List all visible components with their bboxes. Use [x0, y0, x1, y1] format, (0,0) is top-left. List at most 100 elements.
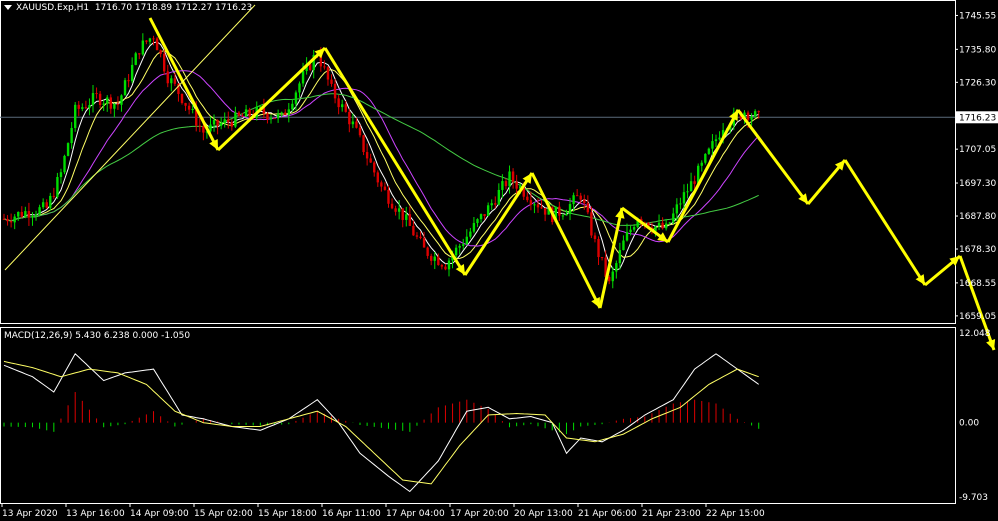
candle-body: [234, 112, 237, 127]
candle-body: [597, 238, 600, 258]
candle-body: [458, 245, 461, 248]
candle-body: [56, 177, 59, 197]
ma-fast-line: [3, 41, 759, 271]
candle-body: [540, 207, 543, 209]
candle-body: [494, 203, 497, 205]
candle-body: [298, 83, 301, 93]
x-tick-label: 15 Apr 02:00: [194, 509, 253, 519]
candle-body: [415, 235, 419, 237]
candle-body: [284, 112, 287, 115]
moving-averages: [3, 41, 760, 271]
y-tick-label: 1745.55: [959, 11, 996, 21]
candle-body: [444, 266, 447, 270]
candle-body: [166, 71, 169, 84]
x-tick-label: 16 Apr 11:00: [322, 509, 381, 519]
candle-body: [9, 221, 13, 223]
candle-body: [163, 53, 166, 72]
candle-body: [472, 223, 476, 232]
candle-body: [437, 256, 440, 266]
ma-mid-line: [3, 50, 759, 260]
candle-body: [707, 148, 711, 154]
candle-body: [422, 238, 426, 248]
candle-body: [668, 222, 671, 224]
candle-body: [355, 121, 358, 128]
candle-body: [397, 208, 401, 212]
candle-body: [675, 204, 679, 214]
candle-body: [469, 231, 472, 237]
y-tick-label: 1735.80: [959, 45, 996, 55]
candle-body: [145, 40, 148, 42]
candle-body: [191, 108, 194, 110]
candle-body: [426, 247, 429, 256]
macd-signal-line: [3, 360, 759, 485]
candle-body: [294, 92, 298, 104]
candle-body: [405, 214, 408, 220]
x-tick-label: 13 Apr 2020: [2, 509, 58, 519]
candle-body: [88, 105, 91, 108]
candle-body: [102, 103, 105, 106]
candle-body: [465, 236, 468, 245]
candle-body: [344, 104, 347, 112]
candle-body: [81, 107, 84, 109]
candle-body: [586, 203, 590, 213]
candle-body: [241, 115, 244, 117]
candle-body: [348, 111, 351, 125]
candle-body: [704, 153, 707, 163]
candle-body: [568, 204, 572, 215]
candle-body: [440, 265, 444, 267]
candle-body: [714, 139, 718, 142]
candle-body: [52, 195, 56, 197]
candle-body: [572, 195, 575, 205]
candle-body: [113, 103, 116, 109]
candle-body: [351, 121, 355, 125]
ma-slow-line: [3, 70, 760, 247]
candle-body: [757, 111, 760, 113]
x-tick-label: 14 Apr 09:00: [130, 509, 189, 519]
candle-body: [390, 203, 394, 209]
candle-body: [248, 109, 251, 117]
candle-body: [486, 205, 490, 217]
candle-body: [454, 247, 458, 256]
arrow-shaft: [843, 159, 927, 286]
y-tick-label: 1668.55: [959, 279, 996, 289]
candle-body: [593, 235, 597, 239]
candle-body: [77, 104, 80, 109]
candle-body: [526, 196, 529, 201]
candle-body: [301, 71, 305, 84]
candle-body: [533, 204, 536, 206]
candle-body: [141, 40, 145, 55]
candle-body: [622, 240, 625, 251]
candle-body: [273, 118, 276, 120]
candle-body: [244, 109, 248, 117]
candle-body: [66, 143, 70, 156]
candle-body: [394, 208, 397, 212]
trend-line: [4, 4, 256, 271]
candle-body: [330, 79, 333, 84]
price-header: XAUUSD.Exp,H1 1716.70 1718.89 1712.27 17…: [4, 3, 252, 13]
candle-body: [657, 222, 661, 227]
candle-body: [13, 216, 16, 223]
candle-body: [558, 206, 561, 216]
candle-body: [27, 211, 31, 218]
x-tick-label: 21 Apr 23:00: [642, 509, 701, 519]
candle-body: [608, 276, 611, 282]
candle-body: [590, 212, 593, 236]
time-axis: 13 Apr 2020 13 Apr 16:00 14 Apr 09:00 15 Ap…: [1, 503, 765, 519]
candle-body: [529, 200, 533, 205]
candle-body: [412, 225, 415, 236]
candle-body: [341, 104, 344, 108]
candle-body: [501, 181, 504, 190]
candle-body: [479, 214, 483, 220]
candle-body: [615, 263, 618, 272]
x-tick-label: 20 Apr 13:00: [514, 509, 573, 519]
candle-body: [49, 195, 52, 208]
candle-body: [170, 78, 173, 84]
candle-body: [625, 232, 629, 241]
candle-body: [543, 208, 547, 215]
candle-body: [383, 186, 387, 190]
candle-body: [575, 195, 579, 197]
candle-body: [45, 202, 48, 208]
candle-body: [38, 207, 41, 215]
y-tick-label: 1726.30: [959, 78, 996, 88]
dropdown-icon[interactable]: [4, 5, 12, 10]
